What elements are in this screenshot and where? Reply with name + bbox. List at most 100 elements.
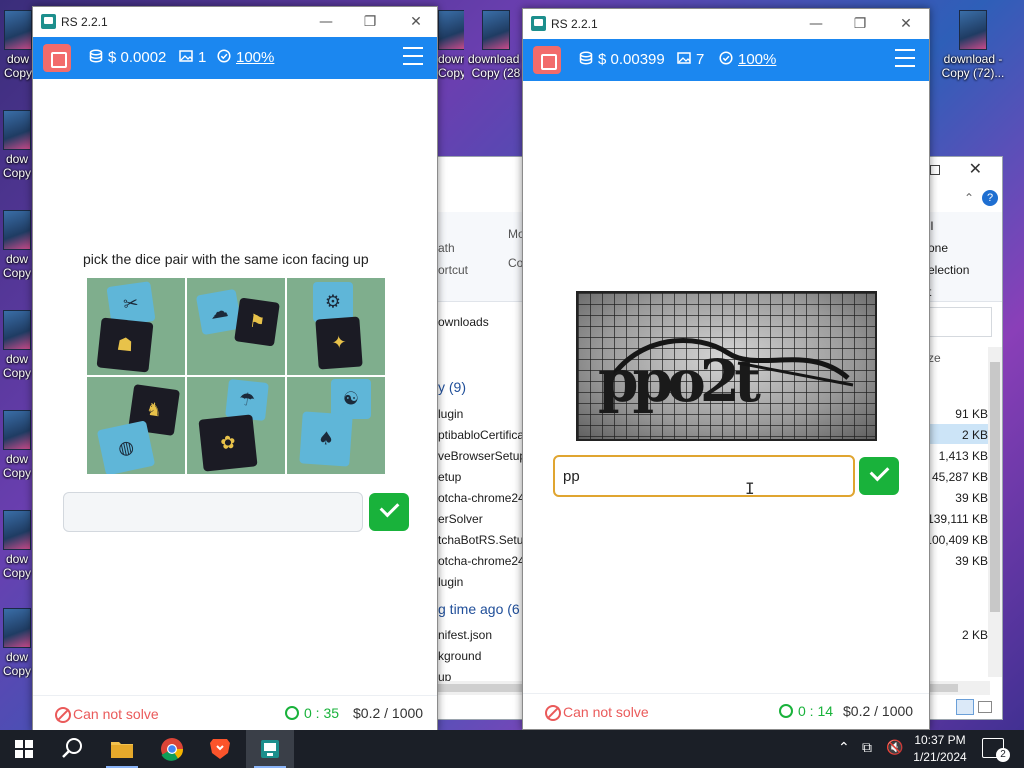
network-icon[interactable]: ⧉ [862, 740, 872, 756]
file-name[interactable]: etup [438, 470, 461, 484]
desktop-icon-label: download - [468, 52, 524, 66]
restore-icon[interactable]: ❐ [359, 11, 381, 33]
accuracy[interactable]: 100% [217, 49, 274, 67]
chrome-taskbar-button[interactable] [148, 730, 196, 768]
price-rate: $0.2 / 1000 [353, 705, 424, 721]
window-title: RS 2.2.1 [61, 15, 108, 29]
desktop-icon-label: dow [5, 650, 28, 664]
chevron-up-icon[interactable]: ⌃ [964, 191, 974, 205]
scrollbar-thumb[interactable] [990, 362, 1000, 612]
stop-button[interactable] [43, 44, 71, 72]
file-name[interactable]: lugin [438, 407, 463, 421]
status-footer: Can not solve 0 : 35 $0.2 / 1000 [33, 695, 437, 731]
dice-symbol: ☁ [208, 300, 230, 324]
brave-taskbar-button[interactable] [196, 730, 244, 768]
help-icon[interactable]: ? [982, 190, 998, 206]
desktop-icon[interactable]: dow Copy [0, 210, 34, 280]
menu-icon[interactable] [895, 49, 915, 69]
solved-count-value: 1 [198, 49, 207, 66]
ribbon-invert-selection[interactable]: election [928, 263, 969, 277]
volume-muted-icon[interactable]: 🔇 [886, 740, 903, 756]
dice-symbol: ☗ [115, 333, 135, 357]
desktop-icon[interactable]: dow Copy [0, 510, 34, 580]
file-name[interactable]: tchaBotRS.Setup [438, 533, 530, 547]
large-icons-view-icon[interactable] [978, 701, 992, 713]
app-icon [531, 16, 546, 31]
minimize-icon[interactable]: — [315, 11, 337, 33]
text-cursor-icon: I [745, 479, 755, 498]
submit-button[interactable] [369, 493, 409, 531]
clock-date[interactable]: 1/21/2024 [910, 750, 970, 764]
grid-tile[interactable]: ♞ ◍ [87, 377, 185, 474]
desktop-icon[interactable]: dow Copy [0, 608, 34, 678]
desktop-icon-label: dow [5, 452, 28, 466]
timer: 0 : 35 [285, 705, 339, 721]
title-bar[interactable]: RS 2.2.1 — ❐ ✕ [33, 7, 437, 37]
group-header-long-ago[interactable]: g time ago (6 [438, 601, 520, 617]
dice-icon: ☗ [96, 317, 154, 373]
desktop-icon[interactable]: download - Copy (28 [468, 10, 524, 80]
menu-icon[interactable] [403, 47, 423, 67]
desktop-icon[interactable]: dow Copy [0, 410, 34, 480]
desktop-icon-label: dow [5, 552, 28, 566]
details-view-icon[interactable] [956, 699, 974, 715]
maximize-icon[interactable] [930, 165, 940, 175]
file-name[interactable]: otcha-chrome24 [438, 554, 525, 568]
rs-taskbar-button[interactable] [246, 730, 294, 768]
accuracy-value: 100% [236, 49, 275, 66]
balance: $ 0.00399 [579, 51, 665, 69]
chrome-icon [161, 738, 184, 761]
check-circle-icon [719, 51, 733, 69]
file-name[interactable]: veBrowserSetup- [438, 449, 530, 463]
file-name[interactable]: ptibabloCertificat [438, 428, 527, 442]
search-icon [62, 738, 82, 758]
grid-tile[interactable]: ✂ ☗ [87, 278, 185, 375]
dice-symbol: ♞ [144, 398, 164, 422]
minimize-icon[interactable]: — [805, 13, 827, 35]
file-thumbnail-icon [438, 10, 464, 50]
answer-input[interactable] [553, 455, 855, 497]
desktop-icon[interactable]: download - Copy (72)... [938, 10, 1008, 80]
solved-count-value: 7 [696, 51, 705, 68]
clock-time[interactable]: 10:37 PM [910, 733, 970, 747]
desktop-icon[interactable]: dow Copy [0, 110, 34, 180]
rs-window-left: RS 2.2.1 — ❐ ✕ $ 0.0002 1 100% pick the … [32, 6, 438, 732]
rs-app-icon [261, 740, 279, 758]
submit-button[interactable] [859, 457, 899, 495]
cannot-solve-button[interactable]: Can not solve [539, 701, 657, 723]
group-header-today[interactable]: y (9) [438, 379, 466, 395]
title-bar[interactable]: RS 2.2.1 — ❐ ✕ [523, 9, 929, 39]
restore-icon[interactable]: ❐ [849, 13, 871, 35]
chevron-up-icon[interactable]: ⌃ [838, 740, 850, 756]
desktop-icon[interactable]: dow Copy [0, 310, 34, 380]
dice-icon: ⚑ [234, 297, 280, 347]
file-explorer-taskbar-button[interactable] [98, 730, 146, 768]
file-name[interactable]: kground [438, 649, 481, 663]
desktop-icon[interactable]: dow Copy [0, 10, 36, 80]
search-button[interactable] [48, 730, 96, 768]
close-icon[interactable]: ✕ [405, 11, 427, 33]
ribbon-shortcut[interactable]: ortcut [438, 263, 468, 277]
close-icon[interactable]: ✕ [969, 159, 982, 178]
cannot-solve-button[interactable]: Can not solve [49, 703, 167, 725]
desktop-icon[interactable]: download - Copy (43 [438, 10, 464, 80]
grid-tile[interactable]: ☂ ✿ [187, 377, 285, 474]
file-name[interactable]: erSolver [438, 512, 483, 526]
grid-tile[interactable]: ⚙ ✦ [287, 278, 385, 375]
ribbon-select-none[interactable]: one [928, 241, 948, 255]
desktop-icon-label: Copy [2, 366, 31, 380]
address-bar[interactable]: ownloads [438, 315, 489, 329]
answer-input[interactable] [63, 492, 363, 532]
file-name[interactable]: otcha-chrome24 [438, 491, 525, 505]
dice-symbol: ✿ [219, 431, 237, 455]
grid-tile[interactable]: ☁ ⚑ [187, 278, 285, 375]
file-name[interactable]: lugin [438, 575, 463, 589]
stop-button[interactable] [533, 46, 561, 74]
start-button[interactable] [0, 730, 48, 768]
close-icon[interactable]: ✕ [895, 13, 917, 35]
ribbon-path[interactable]: ath [438, 241, 455, 255]
file-name[interactable]: nifest.json [438, 628, 492, 642]
accuracy[interactable]: 100% [719, 51, 776, 69]
search-box[interactable] [928, 307, 992, 337]
grid-tile[interactable]: ☯ ♠ [287, 377, 385, 474]
